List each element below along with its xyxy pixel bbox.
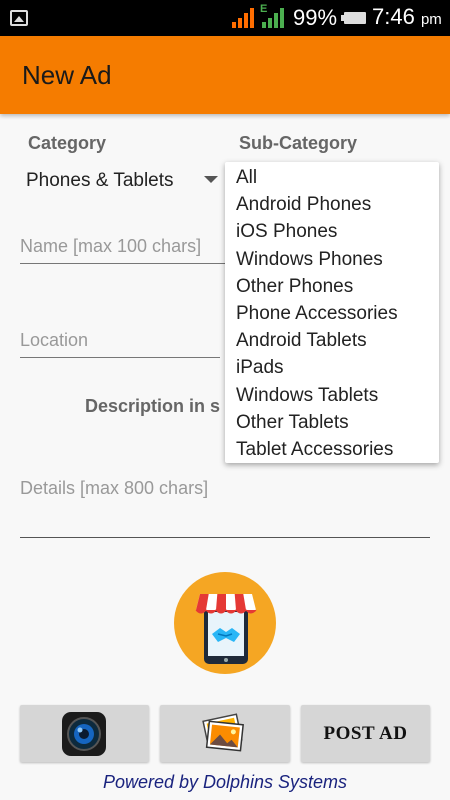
category-value: Phones & Tablets <box>26 170 174 191</box>
mobile-shop-icon <box>195 594 257 664</box>
dropdown-option-tablet-accessories[interactable]: Tablet Accessories <box>225 436 439 463</box>
clock: 7:46 pm <box>372 4 442 30</box>
status-bar: E 99% 7:46 pm <box>0 0 450 36</box>
clock-suffix: pm <box>420 11 442 28</box>
battery-icon <box>341 12 366 24</box>
dropdown-option-phone-accessories[interactable]: Phone Accessories <box>225 300 439 327</box>
signal-strength-2-icon <box>262 8 284 28</box>
signal-strength-icon <box>232 8 254 28</box>
details-input[interactable]: Details [max 800 chars] <box>20 474 430 538</box>
category-spinner[interactable]: Phones & Tablets <box>24 168 224 196</box>
page-title: New Ad <box>22 60 112 90</box>
category-label: Category <box>28 133 107 153</box>
description-heading: Description in s <box>85 396 221 416</box>
location-placeholder: Location <box>20 330 89 350</box>
app-bar: New Ad <box>0 36 450 114</box>
dropdown-option-other-tablets[interactable]: Other Tablets <box>225 409 439 436</box>
photo-gallery-icon <box>202 713 244 752</box>
name-placeholder: Name [max 100 chars] <box>20 236 202 256</box>
dropdown-option-ipads[interactable]: iPads <box>225 354 439 381</box>
image-notification-icon <box>10 10 28 26</box>
dropdown-option-other-phones[interactable]: Other Phones <box>225 273 439 300</box>
subcategory-dropdown: All Android Phones iOS Phones Windows Ph… <box>225 162 439 463</box>
mobile-shop-logo <box>174 572 276 674</box>
camera-button[interactable] <box>20 705 149 762</box>
dropdown-option-all[interactable]: All <box>225 164 439 191</box>
dropdown-option-android-tablets[interactable]: Android Tablets <box>225 327 439 354</box>
footer-credit: Powered by Dolphins Systems <box>102 772 348 792</box>
battery-percent: 99% <box>293 5 338 30</box>
dropdown-arrow-icon <box>204 176 218 183</box>
dropdown-option-ios-phones[interactable]: iOS Phones <box>225 218 439 245</box>
location-input[interactable]: Location <box>20 326 220 358</box>
dropdown-option-android-phones[interactable]: Android Phones <box>225 191 439 218</box>
post-ad-button[interactable]: POST AD <box>301 705 430 762</box>
gallery-button[interactable] <box>160 705 290 762</box>
dropdown-option-windows-tablets[interactable]: Windows Tablets <box>225 382 439 409</box>
name-input[interactable]: Name [max 100 chars] <box>20 232 230 264</box>
dropdown-option-windows-phones[interactable]: Windows Phones <box>225 246 439 273</box>
details-placeholder: Details [max 800 chars] <box>20 478 209 498</box>
clock-time: 7:46 <box>372 4 415 29</box>
camera-icon <box>62 712 106 756</box>
subcategory-label: Sub-Category <box>239 133 358 153</box>
post-ad-label: POST AD <box>323 723 408 744</box>
